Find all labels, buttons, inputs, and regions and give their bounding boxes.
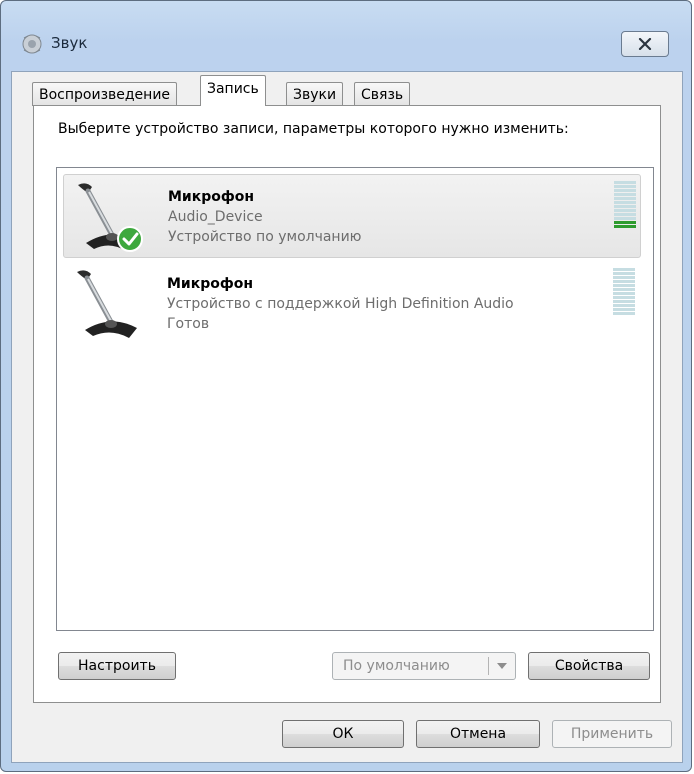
dropdown-arrow[interactable] bbox=[489, 653, 515, 679]
close-icon bbox=[638, 38, 652, 50]
speaker-icon bbox=[22, 34, 42, 54]
device-name: Микрофон bbox=[168, 189, 255, 205]
level-meter-segment bbox=[613, 304, 635, 307]
level-meter-segment bbox=[614, 185, 636, 188]
level-meter bbox=[613, 268, 635, 316]
level-meter-segment bbox=[614, 189, 636, 192]
level-meter-segment bbox=[614, 213, 636, 216]
level-meter-segment bbox=[613, 284, 635, 287]
tab-communications[interactable]: Связь bbox=[354, 82, 411, 106]
device-driver: Устройство с поддержкой High Definition … bbox=[167, 296, 514, 312]
level-meter-segment bbox=[613, 312, 635, 315]
device-status: Готов bbox=[167, 316, 210, 332]
title-bar[interactable]: Звук bbox=[1, 1, 691, 61]
level-meter-segment bbox=[614, 221, 636, 224]
tab-playback[interactable]: Воспроизведение bbox=[32, 82, 178, 106]
level-meter-segment bbox=[614, 225, 636, 228]
level-meter-segment bbox=[613, 276, 635, 279]
properties-button[interactable]: Свойства bbox=[528, 652, 650, 680]
device-status: Устройство по умолчанию bbox=[168, 229, 362, 245]
close-button[interactable] bbox=[621, 31, 669, 57]
level-meter-segment bbox=[613, 268, 635, 271]
instruction-text: Выберите устройство записи, параметры ко… bbox=[58, 121, 569, 137]
window-title: Звук bbox=[51, 34, 88, 52]
level-meter-segment bbox=[613, 300, 635, 303]
level-meter-segment bbox=[613, 296, 635, 299]
ok-button[interactable]: ОК bbox=[282, 720, 404, 748]
device-list[interactable]: Микрофон Audio_Device Устройство по умол… bbox=[56, 167, 654, 631]
level-meter-segment bbox=[613, 288, 635, 291]
level-meter-segment bbox=[613, 292, 635, 295]
level-meter bbox=[614, 181, 636, 229]
device-driver: Audio_Device bbox=[168, 209, 263, 225]
level-meter-segment bbox=[614, 201, 636, 204]
level-meter-segment bbox=[614, 193, 636, 196]
list-item-device-2[interactable]: Микрофон Устройство с поддержкой High De… bbox=[63, 262, 641, 346]
level-meter-segment bbox=[613, 308, 635, 311]
tab-recording[interactable]: Запись bbox=[200, 75, 266, 106]
list-item-device-1[interactable]: Микрофон Audio_Device Устройство по умол… bbox=[63, 174, 641, 258]
tab-sounds[interactable]: Звуки bbox=[286, 82, 344, 106]
level-meter-segment bbox=[614, 181, 636, 184]
level-meter-segment bbox=[614, 205, 636, 208]
device-name: Микрофон bbox=[167, 276, 254, 292]
level-meter-segment bbox=[614, 197, 636, 200]
chevron-down-icon bbox=[497, 663, 507, 669]
level-meter-segment bbox=[614, 209, 636, 212]
level-meter-segment bbox=[613, 280, 635, 283]
level-meter-segment bbox=[614, 217, 636, 220]
set-default-split-button[interactable]: По умолчанию bbox=[332, 652, 516, 680]
microphone-icon bbox=[78, 183, 143, 252]
level-meter-segment bbox=[613, 272, 635, 275]
apply-button[interactable]: Применить bbox=[552, 720, 672, 748]
configure-button[interactable]: Настроить bbox=[58, 652, 176, 680]
microphone-icon bbox=[77, 270, 137, 338]
set-default-label: По умолчанию bbox=[343, 658, 450, 674]
default-check-badge bbox=[117, 226, 143, 252]
cancel-button[interactable]: Отмена bbox=[416, 720, 540, 748]
